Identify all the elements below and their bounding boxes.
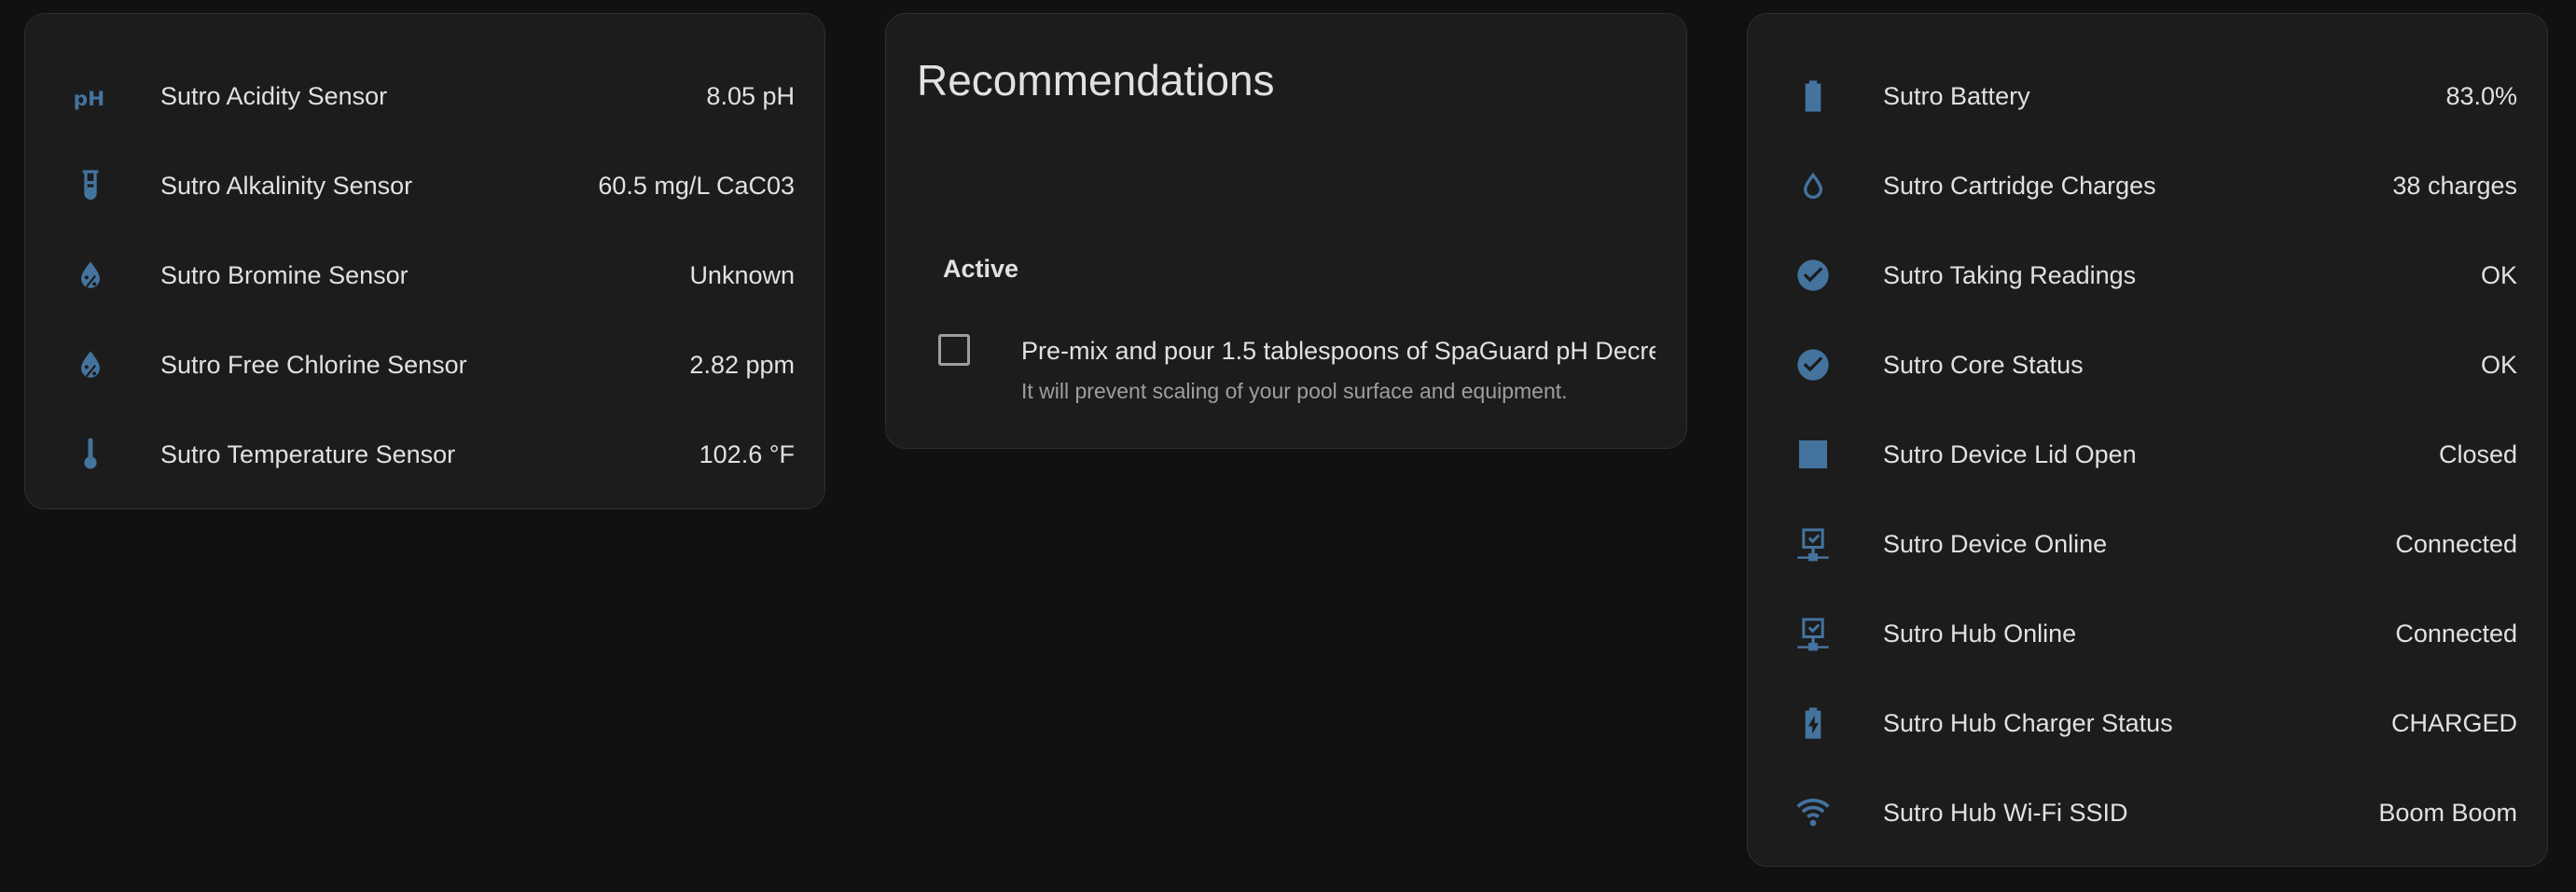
- square-icon: [1793, 434, 1834, 475]
- recommendations-card: Recommendations Active Pre-mix and pour …: [885, 13, 1687, 449]
- entity-value: Connected: [2395, 530, 2517, 558]
- card-title: Recommendations: [917, 56, 1275, 105]
- entity-name: Sutro Cartridge Charges: [1883, 172, 2156, 200]
- entity-value: CHARGED: [2390, 709, 2517, 737]
- entity-row-hub-charger[interactable]: Sutro Hub Charger Status CHARGED: [1748, 678, 2547, 768]
- entity-row-bromine[interactable]: Sutro Bromine Sensor Unknown: [25, 230, 824, 320]
- entity-value: 83.0%: [2445, 82, 2517, 110]
- entity-value: Boom Boom: [2378, 799, 2517, 827]
- entity-row-free-chlorine[interactable]: Sutro Free Chlorine Sensor 2.82 ppm: [25, 320, 824, 410]
- test-tube-icon: [70, 165, 111, 206]
- entity-name: Sutro Temperature Sensor: [160, 440, 456, 468]
- entity-name: Sutro Hub Online: [1883, 620, 2077, 648]
- entity-name: Sutro Alkalinity Sensor: [160, 172, 413, 200]
- water-sensors-card: pH Sutro Acidity Sensor 8.05 pH Sutro Al…: [24, 13, 825, 509]
- entity-value: 60.5 mg/L CaC03: [598, 172, 795, 200]
- check-circle-icon: [1793, 344, 1834, 385]
- todo-item-description: It will prevent scaling of your pool sur…: [1021, 380, 1568, 403]
- entity-row-hub-wifi[interactable]: Sutro Hub Wi-Fi SSID Boom Boom: [1748, 768, 2547, 857]
- svg-text:pH: pH: [74, 88, 105, 111]
- entity-name: Sutro Bromine Sensor: [160, 261, 409, 289]
- wifi-icon: [1793, 792, 1834, 833]
- entity-value: OK: [2480, 261, 2517, 289]
- entity-row-core-status[interactable]: Sutro Core Status OK: [1748, 320, 2547, 410]
- thermometer-icon: [70, 434, 111, 475]
- check-circle-icon: [1793, 255, 1834, 296]
- entity-value: 8.05 pH: [706, 82, 795, 110]
- battery-charging-icon: [1793, 703, 1834, 744]
- entity-row-alkalinity[interactable]: Sutro Alkalinity Sensor 60.5 mg/L CaC03: [25, 141, 824, 230]
- entity-value: 102.6 °F: [699, 440, 795, 468]
- entity-row-hub-online[interactable]: Sutro Hub Online Connected: [1748, 589, 2547, 678]
- entity-row-temperature[interactable]: Sutro Temperature Sensor 102.6 °F: [25, 410, 824, 499]
- todo-item-summary[interactable]: Pre-mix and pour 1.5 tablespoons of SpaG…: [1021, 338, 1655, 366]
- entity-name: Sutro Hub Wi-Fi SSID: [1883, 799, 2128, 827]
- network-device-icon: [1793, 613, 1834, 654]
- entity-value: Closed: [2438, 440, 2517, 468]
- todo-checkbox[interactable]: [938, 334, 970, 366]
- entity-name: Sutro Device Lid Open: [1883, 440, 2137, 468]
- section-heading-active: Active: [943, 255, 1019, 283]
- entity-row-device-online[interactable]: Sutro Device Online Connected: [1748, 499, 2547, 589]
- entity-row-acidity[interactable]: pH Sutro Acidity Sensor 8.05 pH: [25, 51, 824, 141]
- entity-value: 38 charges: [2392, 172, 2517, 200]
- entity-name: Sutro Taking Readings: [1883, 261, 2137, 289]
- entity-name: Sutro Hub Charger Status: [1883, 709, 2173, 737]
- water-drop-icon: [1793, 165, 1834, 206]
- entity-row-taking-readings[interactable]: Sutro Taking Readings OK: [1748, 230, 2547, 320]
- entity-name: Sutro Device Online: [1883, 530, 2108, 558]
- entity-name: Sutro Core Status: [1883, 351, 2084, 379]
- device-status-card: Sutro Battery 83.0% Sutro Cartridge Char…: [1747, 13, 2548, 867]
- ph-icon: pH: [70, 76, 111, 117]
- entity-name: Sutro Free Chlorine Sensor: [160, 351, 467, 379]
- entity-name: Sutro Acidity Sensor: [160, 82, 388, 110]
- water-percent-icon: [70, 255, 111, 296]
- water-percent-icon: [70, 344, 111, 385]
- battery-icon: [1793, 76, 1834, 117]
- network-device-icon: [1793, 523, 1834, 564]
- entity-row-cartridge-charges[interactable]: Sutro Cartridge Charges 38 charges: [1748, 141, 2547, 230]
- entity-value: Unknown: [689, 261, 795, 289]
- entity-row-battery[interactable]: Sutro Battery 83.0%: [1748, 51, 2547, 141]
- entity-value: Connected: [2395, 620, 2517, 648]
- entity-row-lid-open[interactable]: Sutro Device Lid Open Closed: [1748, 410, 2547, 499]
- entity-name: Sutro Battery: [1883, 82, 2030, 110]
- entity-value: OK: [2480, 351, 2517, 379]
- entity-value: 2.82 ppm: [689, 351, 795, 379]
